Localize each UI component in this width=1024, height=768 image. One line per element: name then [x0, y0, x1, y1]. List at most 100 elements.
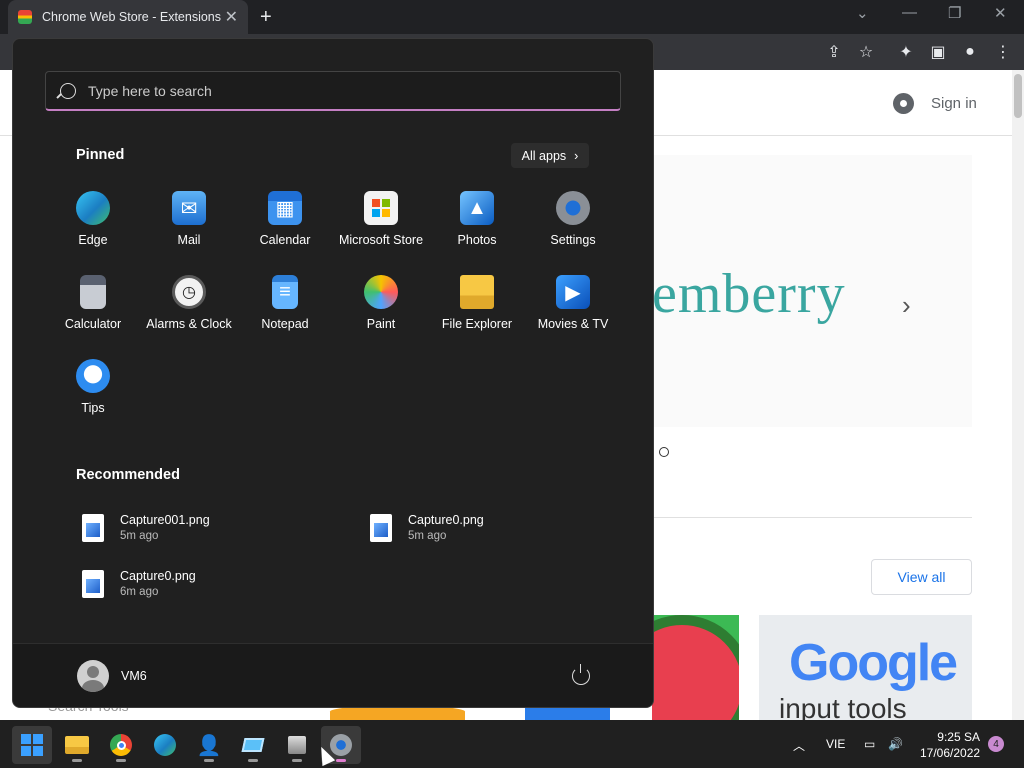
- browser-tab[interactable]: Chrome Web Store - Extensions ✕: [8, 0, 248, 34]
- taskbar-file-explorer[interactable]: [57, 726, 97, 764]
- app-label: Calendar: [259, 233, 311, 247]
- settings-icon: [330, 734, 352, 756]
- new-tab-button[interactable]: +: [260, 6, 272, 29]
- calendar-icon: ▦: [268, 191, 302, 225]
- minimize-icon[interactable]: —: [902, 4, 917, 21]
- taskbar-chrome[interactable]: [101, 726, 141, 764]
- pinned-heading: Pinned: [76, 147, 125, 163]
- pinned-app-movies-tv[interactable]: ▶ Movies & TV: [525, 269, 621, 349]
- image-file-icon: [82, 513, 104, 542]
- edge-icon: [76, 191, 110, 225]
- file-time: 6m ago: [120, 586, 159, 598]
- clock-icon: ◷: [172, 275, 206, 309]
- banner-text: emberry: [652, 263, 846, 325]
- page-scrollbar[interactable]: [1012, 70, 1024, 720]
- profile-icon[interactable]: ●: [961, 43, 979, 61]
- extension-tile-partial-2[interactable]: [525, 706, 610, 720]
- menu-icon[interactable]: ⋮: [994, 43, 1012, 61]
- taskbar-network-app[interactable]: [277, 726, 317, 764]
- clock-date: 17/06/2022: [920, 746, 981, 760]
- pinned-app-calculator[interactable]: Calculator: [45, 269, 141, 349]
- sign-in-link[interactable]: Sign in: [931, 95, 977, 112]
- scrollbar-thumb[interactable]: [1014, 74, 1022, 118]
- start-menu: Pinned All apps › Edge ✉ Mail ▦ Calendar…: [12, 38, 654, 708]
- input-language[interactable]: VIE: [826, 737, 845, 751]
- pinned-app-notepad[interactable]: ≡ Notepad: [237, 269, 333, 349]
- taskbar-app[interactable]: [233, 726, 273, 764]
- file-name: Capture0.png: [408, 513, 484, 527]
- chevron-right-icon: ›: [574, 148, 579, 163]
- notepad-icon: ≡: [272, 275, 298, 309]
- file-time: 5m ago: [120, 530, 159, 542]
- user-avatar-icon[interactable]: [77, 660, 109, 692]
- divider: [652, 517, 972, 518]
- pinned-app-mail[interactable]: ✉ Mail: [141, 185, 237, 265]
- pinned-app-file-explorer[interactable]: File Explorer: [429, 269, 525, 349]
- tab-search-icon[interactable]: ⌄: [856, 4, 869, 22]
- extension-tile-google-input-tools[interactable]: Google input tools: [759, 615, 972, 720]
- folder-icon: [460, 275, 494, 309]
- show-hidden-icons-chevron-icon[interactable]: ︿: [793, 737, 805, 754]
- clock[interactable]: 9:25 SA 17/06/2022: [920, 729, 980, 761]
- recommended-item[interactable]: Capture0.png 6m ago: [82, 569, 196, 598]
- file-name: Capture001.png: [120, 513, 210, 527]
- pinned-app-edge[interactable]: Edge: [45, 185, 141, 265]
- extensions-icon[interactable]: ✦: [897, 43, 915, 61]
- all-apps-button[interactable]: All apps ›: [511, 143, 589, 168]
- start-search-box[interactable]: [45, 71, 621, 111]
- photos-icon: ▲: [460, 191, 494, 225]
- mail-icon: ✉: [172, 191, 206, 225]
- share-icon[interactable]: ⇪: [825, 43, 843, 61]
- edge-icon: [154, 734, 176, 756]
- bookmark-star-icon[interactable]: ☆: [857, 43, 875, 61]
- extension-tile-partial[interactable]: [330, 706, 465, 720]
- view-all-button[interactable]: View all: [871, 559, 972, 595]
- carousel-next-icon[interactable]: ›: [902, 290, 911, 321]
- chrome-web-store-icon: [18, 10, 32, 24]
- start-menu-footer: [13, 643, 653, 707]
- file-time: 5m ago: [408, 530, 447, 542]
- paint-icon: [364, 275, 398, 309]
- watermelon-image: [652, 615, 739, 720]
- network-icon[interactable]: ▭: [864, 737, 875, 751]
- people-icon: 👤: [196, 734, 222, 757]
- file-name: Capture0.png: [120, 569, 196, 583]
- close-window-icon[interactable]: ✕: [994, 4, 1007, 22]
- restore-icon[interactable]: ❐: [948, 4, 961, 22]
- image-file-icon: [82, 569, 104, 598]
- all-apps-label: All apps: [521, 148, 567, 163]
- pinned-app-photos[interactable]: ▲ Photos: [429, 185, 525, 265]
- app-label: Edge: [78, 233, 108, 247]
- start-search-input[interactable]: [88, 82, 568, 99]
- store-icon: [364, 191, 398, 225]
- app-label: File Explorer: [441, 317, 513, 331]
- carousel-dot[interactable]: [659, 447, 669, 457]
- side-panel-icon[interactable]: ▣: [929, 43, 947, 61]
- pinned-app-paint[interactable]: Paint: [333, 269, 429, 349]
- pinned-app-calendar[interactable]: ▦ Calendar: [237, 185, 333, 265]
- power-icon[interactable]: [572, 664, 590, 685]
- app-label: Microsoft Store: [338, 233, 424, 247]
- notification-badge[interactable]: 4: [988, 736, 1004, 752]
- start-button[interactable]: [12, 726, 52, 764]
- tab-close-icon[interactable]: ✕: [225, 7, 238, 27]
- pinned-app-settings[interactable]: Settings: [525, 185, 621, 265]
- taskbar-edge[interactable]: [145, 726, 185, 764]
- taskbar-people-app[interactable]: 👤: [189, 726, 229, 764]
- settings-gear-icon[interactable]: [893, 93, 914, 114]
- google-logo: Google: [789, 634, 958, 692]
- recommended-heading: Recommended: [76, 467, 180, 483]
- extension-tile-watermelon[interactable]: [652, 615, 739, 720]
- volume-icon[interactable]: 🔊: [888, 737, 903, 751]
- pinned-app-alarms-clock[interactable]: ◷ Alarms & Clock: [141, 269, 237, 349]
- app-label: Calculator: [64, 317, 122, 331]
- app-label: Notepad: [261, 317, 309, 331]
- user-name[interactable]: VM6: [121, 669, 147, 683]
- recommended-item[interactable]: Capture0.png 5m ago: [370, 513, 484, 542]
- network-app-icon: [288, 736, 306, 754]
- pinned-app-microsoft-store[interactable]: Microsoft Store: [333, 185, 429, 265]
- recommended-item[interactable]: Capture001.png 5m ago: [82, 513, 210, 542]
- app-label: Movies & TV: [537, 317, 609, 331]
- pinned-app-tips[interactable]: Tips: [45, 353, 141, 433]
- movies-icon: ▶: [556, 275, 590, 309]
